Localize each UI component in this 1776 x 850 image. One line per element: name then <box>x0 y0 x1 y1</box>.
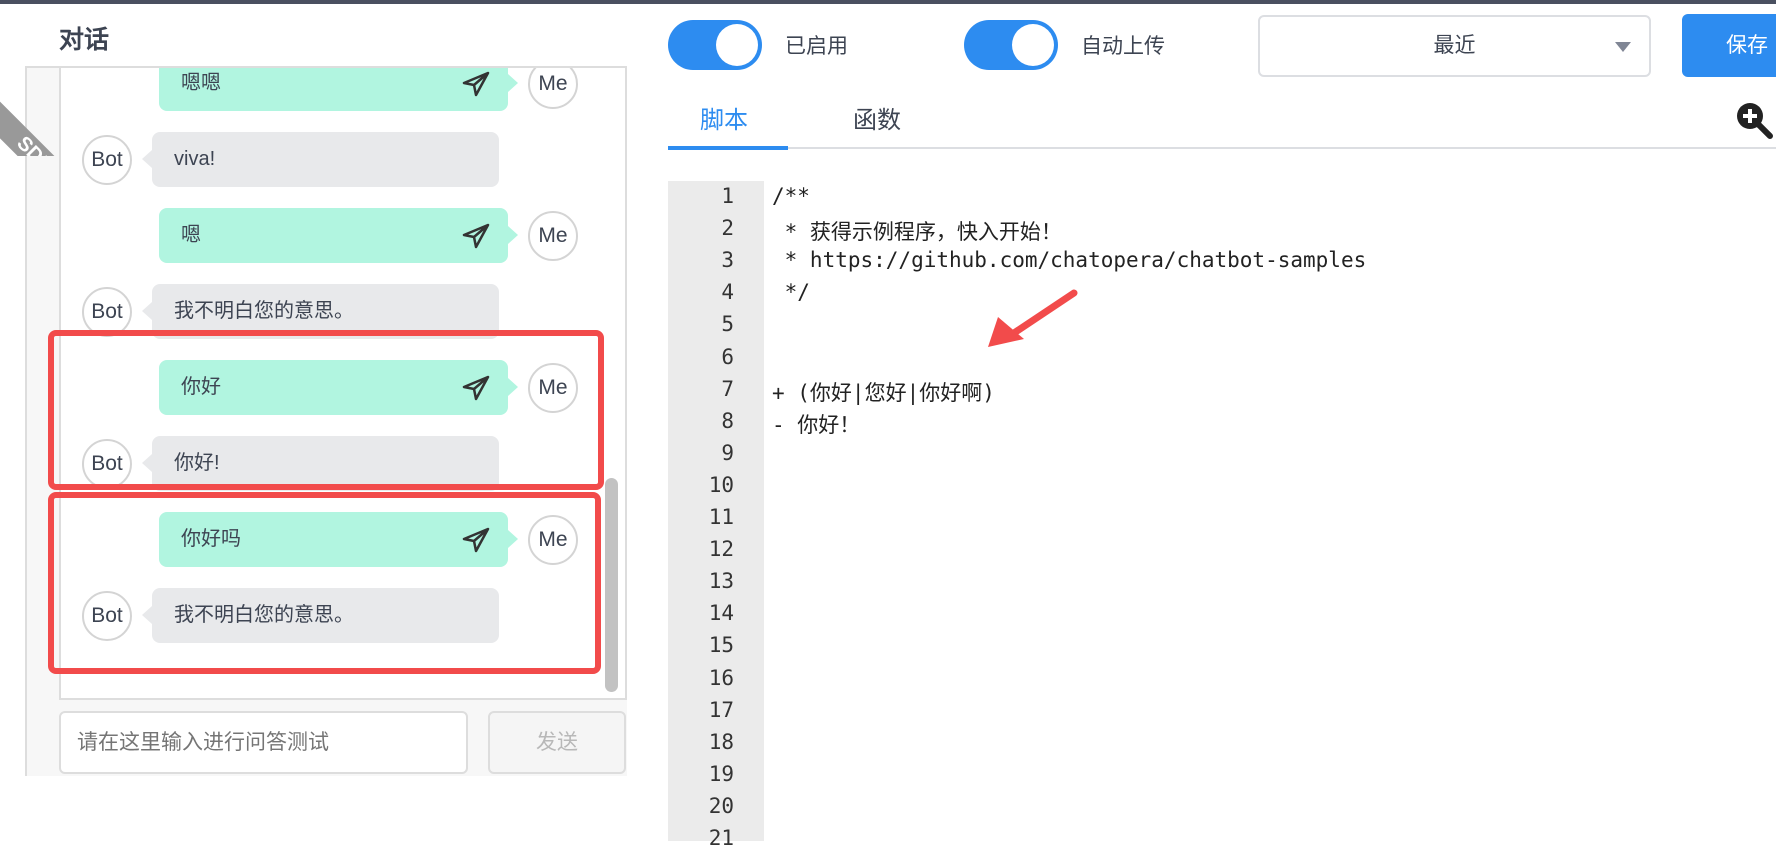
code-line[interactable]: * https://github.com/chatopera/chatbot-s… <box>772 248 1367 272</box>
tab-functions[interactable]: 函数 <box>853 100 901 135</box>
tab-active-indicator <box>668 146 788 150</box>
line-number: 14 <box>708 601 734 626</box>
chat-input[interactable] <box>59 711 468 774</box>
version-select[interactable]: 最近 <box>1258 15 1651 77</box>
line-number: 19 <box>708 761 734 786</box>
paper-plane-icon <box>462 223 490 249</box>
tab-divider <box>668 147 1776 149</box>
caret-down-icon <box>1615 42 1631 52</box>
line-number: 7 <box>721 376 734 401</box>
code-line[interactable]: * 获得示例程序，快入开始！ <box>772 216 1062 246</box>
auto-upload-toggle[interactable] <box>964 20 1058 70</box>
chat-scrollbar[interactable] <box>605 478 618 692</box>
highlight-box <box>48 492 601 674</box>
me-avatar: Me <box>528 211 578 261</box>
code-line[interactable]: + (你好|您好|你好啊) <box>772 377 995 407</box>
line-number: 11 <box>708 505 734 529</box>
me-avatar: Me <box>528 68 578 109</box>
save-button[interactable]: 保存 <box>1682 14 1776 77</box>
line-number: 1 <box>721 184 734 208</box>
line-number: 6 <box>721 344 734 369</box>
line-number: 4 <box>721 280 734 305</box>
line-number: 20 <box>708 793 734 818</box>
bot-message: viva! <box>142 132 499 187</box>
code-line[interactable]: */ <box>772 280 810 304</box>
enabled-toggle[interactable] <box>668 20 762 70</box>
annotation-arrow <box>988 289 1078 347</box>
message-text: 嗯 <box>181 224 201 246</box>
user-message: 嗯嗯 <box>159 68 518 111</box>
sdk-badge: SDK <box>0 99 57 156</box>
line-number: 15 <box>708 633 734 658</box>
bot-avatar: Bot <box>82 135 132 185</box>
line-number: 10 <box>708 472 734 497</box>
line-number: 5 <box>721 312 734 337</box>
line-number: 17 <box>708 697 734 722</box>
line-number: 12 <box>708 537 734 562</box>
paper-plane-icon <box>462 71 490 97</box>
line-number: 18 <box>708 729 734 754</box>
message-text: 我不明白您的意思。 <box>174 300 354 322</box>
line-number: 3 <box>721 248 734 273</box>
window-top-bar <box>0 0 1776 4</box>
send-button[interactable]: 发送 <box>488 711 626 774</box>
line-number: 8 <box>721 408 734 433</box>
code-line[interactable]: /** <box>772 184 810 208</box>
zoom-in-icon[interactable] <box>1734 100 1774 140</box>
line-number: 13 <box>708 569 734 594</box>
auto-upload-label: 自动上传 <box>1081 35 1165 58</box>
enabled-label: 已启用 <box>785 35 848 58</box>
line-number: 9 <box>721 440 734 465</box>
message-text: viva! <box>174 148 216 170</box>
sdk-ribbon: SDK <box>0 66 57 156</box>
code-line[interactable]: - 你好！ <box>772 409 860 439</box>
version-select-value: 最近 <box>1433 34 1476 57</box>
line-number: 16 <box>708 665 734 690</box>
user-message: 嗯 <box>159 208 518 263</box>
highlight-box <box>48 330 604 490</box>
chat-title: 对话 <box>59 26 110 54</box>
message-text: 嗯嗯 <box>181 72 221 94</box>
line-number: 2 <box>721 216 734 241</box>
tab-script[interactable]: 脚本 <box>700 100 748 135</box>
